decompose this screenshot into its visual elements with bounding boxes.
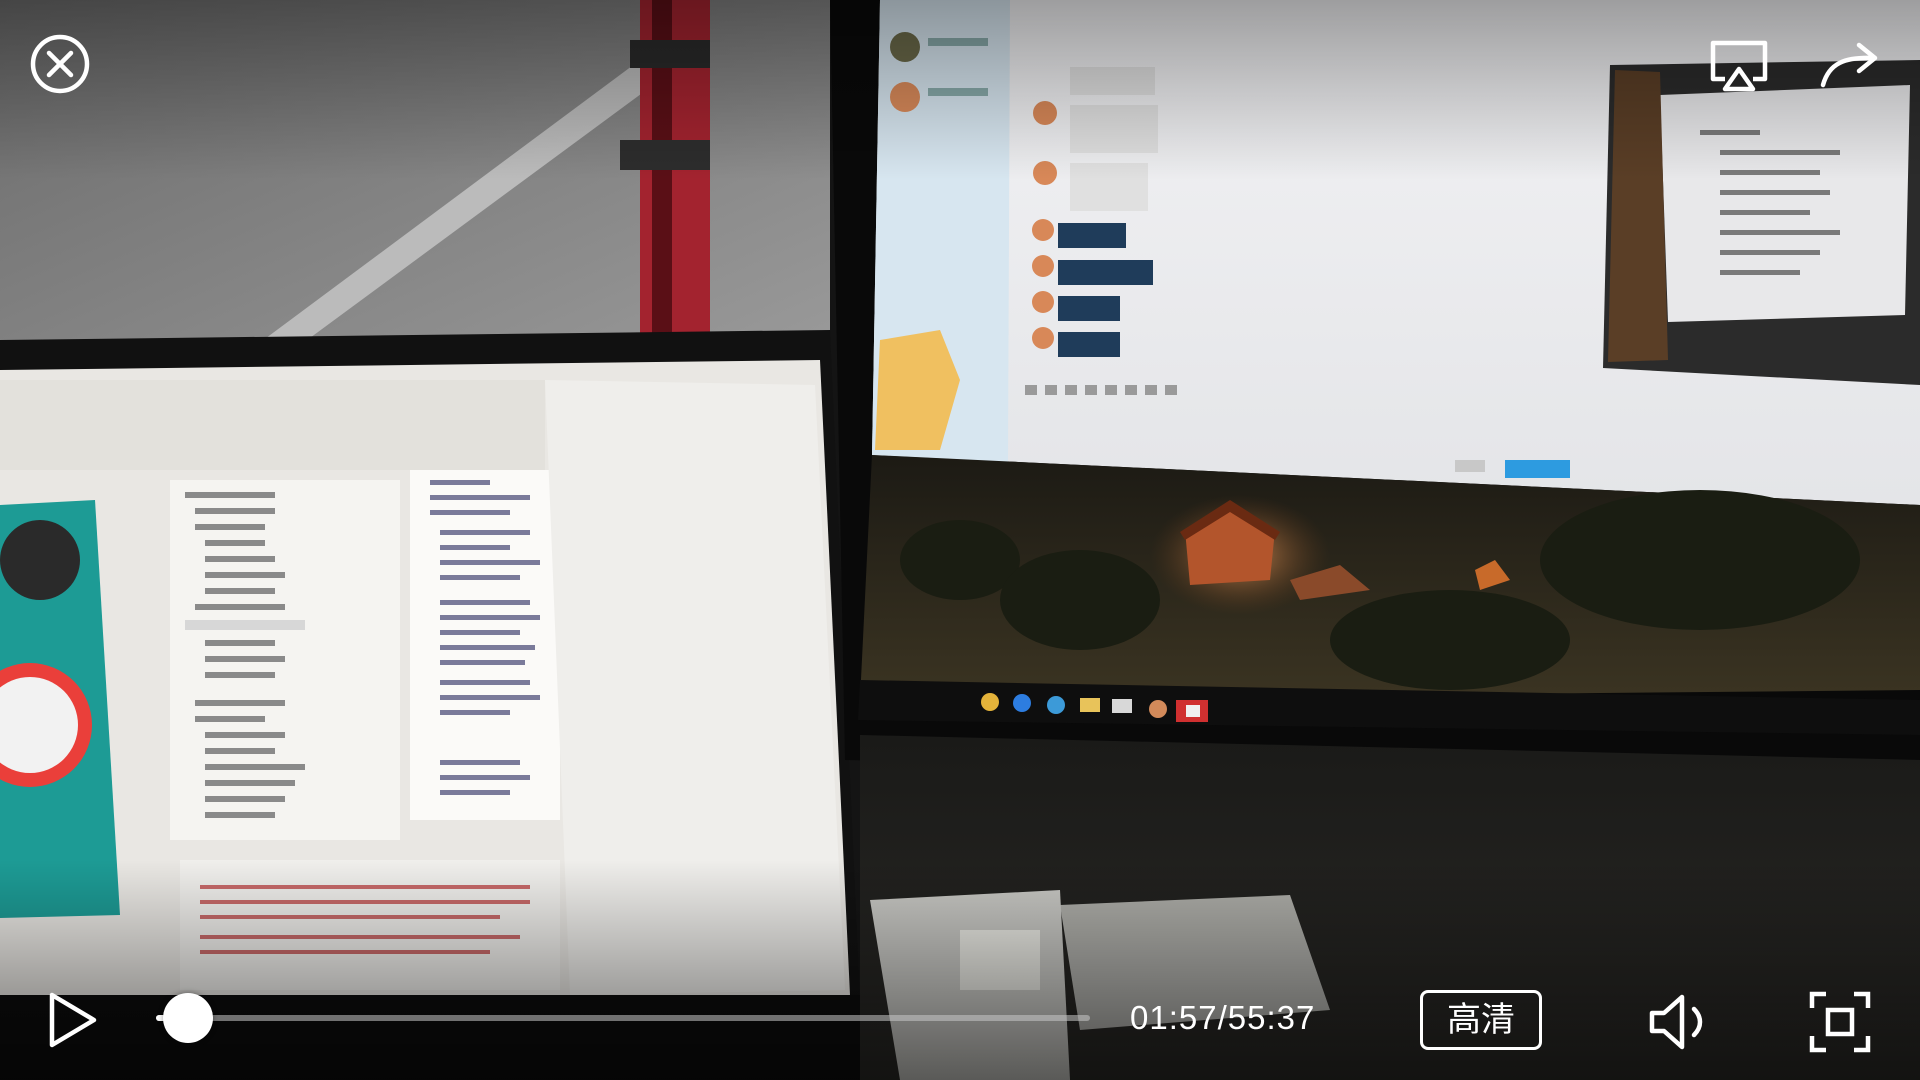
quality-button[interactable]: 高清 <box>1420 990 1542 1050</box>
progress-thumb[interactable] <box>163 993 213 1043</box>
volume-button[interactable] <box>1640 982 1720 1062</box>
cast-button[interactable] <box>1704 32 1774 102</box>
speaker-icon <box>1649 994 1703 1050</box>
time-separator: / <box>1217 999 1228 1036</box>
close-circle-icon <box>30 34 90 94</box>
video-frame[interactable] <box>0 0 1920 1080</box>
share-forward-icon <box>1820 42 1878 88</box>
airplay-icon <box>1710 40 1768 92</box>
close-button[interactable] <box>24 28 96 100</box>
time-display: 01:57/55:37 <box>1130 996 1315 1040</box>
video-player[interactable]: 01:57/55:37 高清 <box>0 0 1920 1080</box>
play-icon <box>49 992 97 1048</box>
progress-bar[interactable] <box>156 993 1090 1043</box>
fullscreen-icon <box>1809 991 1871 1053</box>
fullscreen-button[interactable] <box>1800 982 1880 1062</box>
play-button[interactable] <box>36 980 108 1060</box>
total-time: 55:37 <box>1227 999 1316 1036</box>
current-time: 01:57 <box>1130 999 1218 1036</box>
share-button[interactable] <box>1814 30 1886 102</box>
